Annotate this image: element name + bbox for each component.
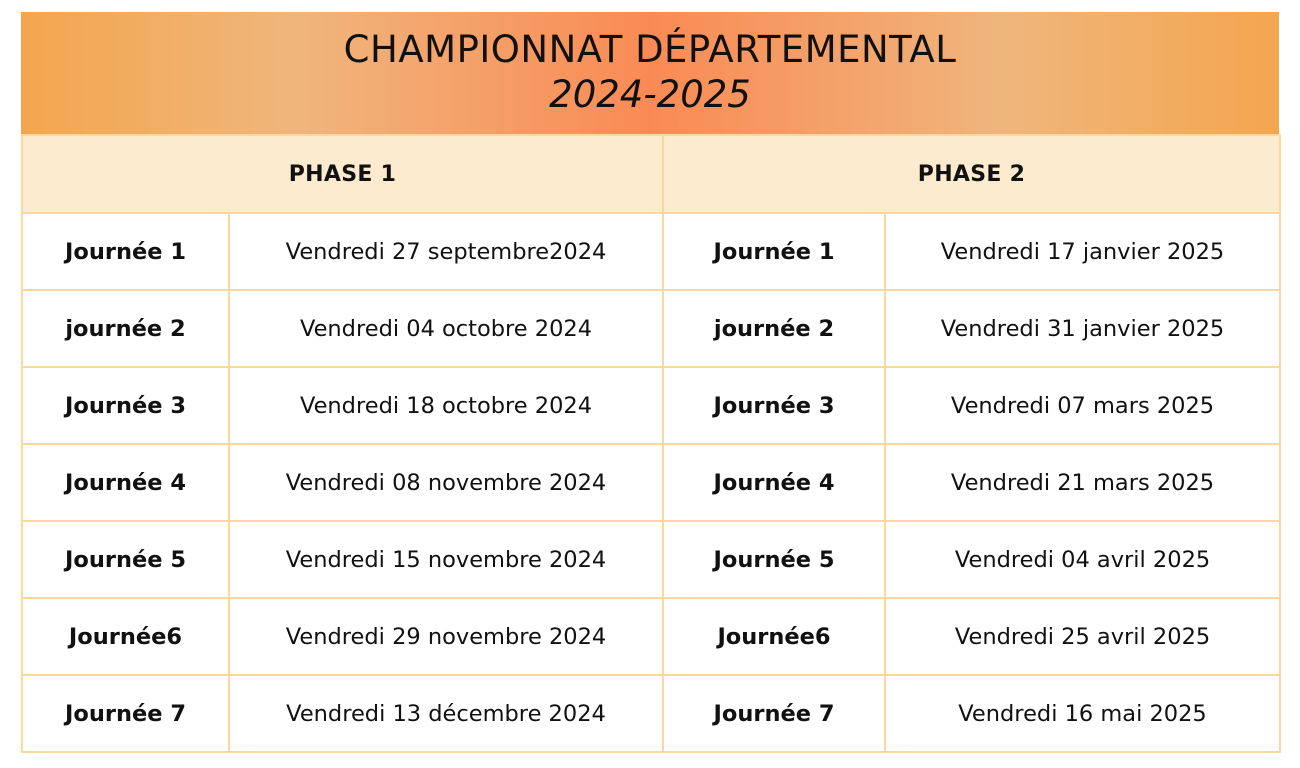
page-title: CHAMPIONNAT DÉPARTEMENTAL <box>343 28 957 71</box>
table-row: Journée6 Vendredi 29 novembre 2024 Journ… <box>21 597 1282 676</box>
table-row: Journée 5 Vendredi 15 novembre 2024 Jour… <box>21 520 1282 599</box>
phase-2-date-cell: Vendredi 21 mars 2025 <box>884 443 1282 522</box>
phase-1-day-cell: Journée 7 <box>21 674 230 753</box>
phase-1-date-cell: Vendredi 18 octobre 2024 <box>227 366 665 445</box>
phase-2-date-cell: Vendredi 16 mai 2025 <box>884 674 1282 753</box>
phase-2-date-cell: Vendredi 04 avril 2025 <box>884 520 1282 599</box>
phase-header-row: PHASE 1 PHASE 2 <box>20 134 1282 214</box>
phase-1-day-cell: Journée 5 <box>21 520 230 599</box>
phase-1-day-cell: journée 2 <box>21 289 230 368</box>
phase-2-day-cell: Journée 3 <box>662 366 887 445</box>
phase-2-header: PHASE 2 <box>662 134 1282 214</box>
phase-1-date-cell: Vendredi 04 octobre 2024 <box>227 289 665 368</box>
schedule-table: PHASE 1 PHASE 2 Journée 1 Vendredi 27 se… <box>20 134 1282 753</box>
phase-2-date-cell: Vendredi 07 mars 2025 <box>884 366 1282 445</box>
schedule-sheet: CHAMPIONNAT DÉPARTEMENTAL 2024-2025 PHAS… <box>20 12 1282 754</box>
table-row: Journée 4 Vendredi 08 novembre 2024 Jour… <box>21 443 1282 522</box>
phase-2-day-cell: Journée 1 <box>662 212 887 291</box>
phase-1-header: PHASE 1 <box>20 134 665 214</box>
phase-1-date-cell: Vendredi 13 décembre 2024 <box>227 674 665 753</box>
phase-1-day-cell: Journée6 <box>21 597 230 676</box>
table-row: Journée 7 Vendredi 13 décembre 2024 Jour… <box>21 674 1282 753</box>
title-banner: CHAMPIONNAT DÉPARTEMENTAL 2024-2025 <box>21 12 1279 134</box>
phase-2-date-cell: Vendredi 31 janvier 2025 <box>884 289 1282 368</box>
phase-1-day-cell: Journée 3 <box>21 366 230 445</box>
season-subtitle: 2024-2025 <box>549 73 751 116</box>
phase-2-day-cell: Journée 7 <box>662 674 887 753</box>
phase-2-day-cell: Journée 4 <box>662 443 887 522</box>
phase-1-day-cell: Journée 4 <box>21 443 230 522</box>
table-row: journée 2 Vendredi 04 octobre 2024 journ… <box>21 289 1282 368</box>
phase-2-day-cell: Journée 5 <box>662 520 887 599</box>
phase-2-day-cell: journée 2 <box>662 289 887 368</box>
phase-1-date-cell: Vendredi 27 septembre2024 <box>227 212 665 291</box>
table-row: Journée 1 Vendredi 27 septembre2024 Jour… <box>21 212 1282 291</box>
phase-2-date-cell: Vendredi 17 janvier 2025 <box>884 212 1282 291</box>
phase-1-date-cell: Vendredi 29 novembre 2024 <box>227 597 665 676</box>
phase-2-day-cell: Journée6 <box>662 597 887 676</box>
phase-2-date-cell: Vendredi 25 avril 2025 <box>884 597 1282 676</box>
phase-1-date-cell: Vendredi 15 novembre 2024 <box>227 520 665 599</box>
table-row: Journée 3 Vendredi 18 octobre 2024 Journ… <box>21 366 1282 445</box>
phase-1-date-cell: Vendredi 08 novembre 2024 <box>227 443 665 522</box>
phase-1-day-cell: Journée 1 <box>21 212 230 291</box>
